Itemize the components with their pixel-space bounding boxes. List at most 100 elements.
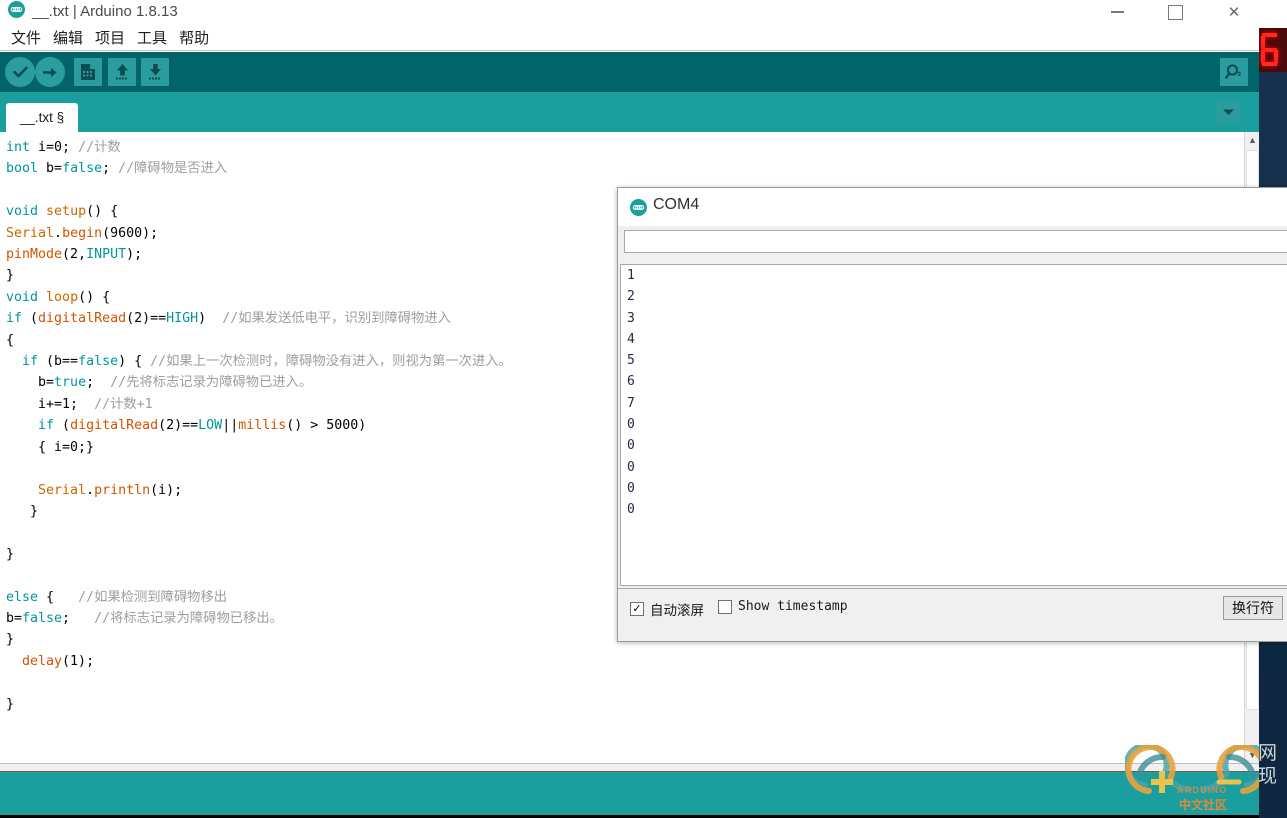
code-token: begin [62, 225, 103, 241]
code-token: { i=0;} [6, 439, 95, 455]
tab-menu-button[interactable] [1216, 100, 1240, 124]
chevron-down-icon [1222, 109, 1234, 115]
scroll-down-arrow-icon[interactable]: ▼ [1245, 747, 1259, 763]
code-token: //先将标志记录为障碍物已进入。 [110, 375, 313, 391]
code-token: //如果上一次检测时，障碍物没有进入，则视为第一次进入。 [150, 354, 512, 370]
code-token: . [86, 482, 95, 498]
close-icon: ✕ [1227, 3, 1241, 21]
serial-monitor-button[interactable] [1220, 58, 1248, 86]
serial-output-area[interactable]: 1 2 3 4 5 6 7 0 0 0 0 0 [620, 264, 1287, 586]
timestamp-checkbox-row[interactable]: Show timestamp [718, 599, 848, 614]
new-sketch-button[interactable] [74, 58, 102, 86]
code-token: || [222, 418, 239, 434]
code-token: //如果检测到障碍物移出 [78, 589, 228, 605]
code-token: false [22, 610, 63, 626]
timestamp-checkbox[interactable] [718, 599, 732, 614]
menu-item-sketch[interactable]: 项目 [89, 25, 131, 50]
code-token: } [6, 696, 15, 712]
serial-output-line: 1 [627, 268, 635, 283]
code-token: INPUT [86, 247, 127, 263]
code-token: (i); [150, 482, 183, 498]
menu-item-edit[interactable]: 编辑 [47, 25, 89, 50]
code-token: } [6, 268, 15, 284]
line-ending-dropdown[interactable]: 换行符 [1223, 596, 1283, 620]
tab-label: __.txt § [19, 110, 65, 125]
tab-sketch-file[interactable]: __.txt § [6, 103, 78, 132]
code-token: ) { [118, 354, 151, 370]
code-token: println [94, 482, 151, 498]
code-token: } [6, 632, 15, 648]
code-token: LOW [198, 418, 223, 434]
code-token: () { [86, 204, 119, 220]
serial-output-line: 6 [627, 374, 635, 390]
check-icon [12, 66, 28, 78]
maximize-button[interactable] [1152, 0, 1198, 24]
code-token: setup [46, 204, 87, 220]
code-token: millis [238, 418, 287, 434]
title-bar: __.txt | Arduino 1.8.13 ✕ [0, 0, 1259, 24]
autoscroll-checkbox-row[interactable]: ✓ 自动滚屏 [630, 599, 704, 619]
scroll-up-arrow-icon[interactable]: ▲ [1245, 132, 1259, 148]
code-token: false [62, 161, 103, 177]
code-token: //障碍物是否进入 [118, 161, 228, 177]
code-token: true [54, 375, 87, 391]
upload-button[interactable] [35, 57, 65, 87]
menu-item-file[interactable]: 文件 [5, 25, 47, 50]
serial-monitor-window: COM4 1 2 3 4 5 6 7 0 0 0 0 0 ✓ 自动滚屏 Show timestamp … [617, 187, 1287, 642]
code-token: if [22, 354, 39, 370]
code-token: ); [126, 247, 143, 263]
code-token: ) [198, 311, 223, 327]
code-token: void [6, 289, 39, 305]
serial-monitor-controls: ✓ 自动滚屏 Show timestamp 换行符 9600 波特率 [618, 588, 1287, 627]
code-token: i+=1; [6, 396, 95, 412]
open-sketch-button[interactable] [108, 58, 136, 86]
serial-output-line: 4 [627, 331, 635, 347]
code-token: (1); [62, 653, 95, 669]
maximize-icon [1167, 4, 1183, 20]
code-token: (9600); [102, 225, 159, 241]
close-button[interactable]: ✕ [1211, 0, 1257, 24]
menu-item-tools[interactable]: 工具 [131, 25, 173, 50]
desktop-side-text: 网现 [1258, 742, 1278, 787]
arrow-up-icon [115, 64, 128, 80]
verify-button[interactable] [5, 57, 35, 87]
serial-output-line: 0 [627, 417, 635, 433]
serial-output-line: 0 [627, 438, 635, 454]
menu-item-help[interactable]: 帮助 [173, 25, 215, 50]
autoscroll-checkbox[interactable]: ✓ [630, 602, 644, 616]
code-line: bool b=false; //障碍物是否进入 [6, 158, 1236, 179]
code-token: //计数 [78, 140, 121, 155]
code-line: } [6, 694, 1236, 715]
code-token: (2)== [126, 311, 167, 327]
code-token: { [38, 589, 79, 605]
serial-output-line: 0 [627, 480, 635, 496]
code-token: //如果发送低电平，识别到障碍物进入 [222, 311, 451, 327]
check-icon: ✓ [632, 602, 642, 615]
code-token: bool [6, 161, 39, 177]
code-token: b= [6, 610, 23, 626]
serial-output-line: 0 [627, 459, 635, 475]
code-token: ( [54, 418, 71, 434]
code-token: //将标志记录为障碍物已移出。 [94, 610, 283, 626]
arrow-right-icon [42, 67, 56, 77]
code-token: digitalRead [38, 311, 127, 327]
save-sketch-button[interactable] [141, 58, 169, 86]
serial-send-input[interactable] [624, 230, 1287, 253]
desktop-seven-segment-display [1257, 28, 1287, 72]
serial-output-line: 5 [627, 353, 635, 369]
arrow-down-icon [148, 64, 161, 80]
code-token: ; [86, 375, 111, 391]
code-token: loop [46, 289, 79, 305]
code-token: ; [62, 610, 95, 626]
tab-bar: __.txt § [0, 92, 1259, 132]
arduino-infinity-icon [630, 199, 647, 216]
console-panel [0, 771, 1259, 816]
code-token: int [6, 140, 31, 155]
code-token: { [6, 332, 15, 348]
minimize-button[interactable] [1094, 0, 1140, 24]
code-token: b= [6, 375, 55, 391]
